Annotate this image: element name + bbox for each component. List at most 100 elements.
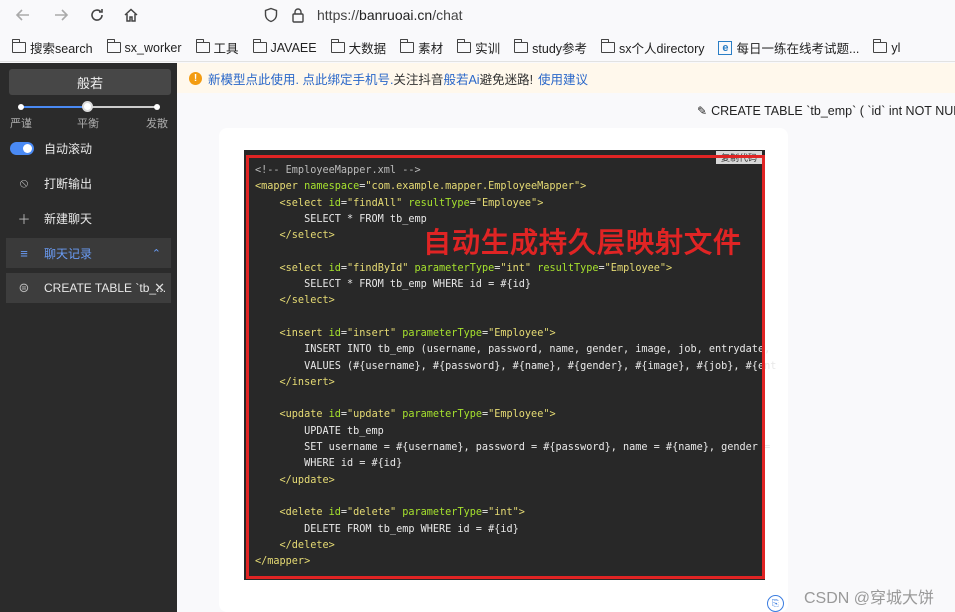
- folder-icon: [330, 39, 345, 53]
- bookmark-item[interactable]: 大数据: [330, 38, 386, 57]
- code-token: "Employee": [488, 327, 550, 339]
- bookmark-label: 工具: [213, 42, 239, 56]
- mode-selector[interactable]: 般若: [9, 69, 171, 95]
- auto-scroll-label: 自动滚动: [44, 141, 93, 156]
- url-scheme: https://: [317, 7, 360, 23]
- code-line: <delete id="delete" parameterType="int">: [255, 505, 776, 521]
- back-button[interactable]: [12, 4, 34, 26]
- code-token: id: [328, 507, 341, 519]
- code-token: namespace: [304, 181, 360, 193]
- chat-history-item[interactable]: ⊜ CREATE TABLE `tb_... ✕: [6, 273, 171, 303]
- code-token: DELETE FROM tb_emp WHERE id = #{id}: [255, 523, 519, 535]
- folder-icon: [457, 39, 472, 53]
- code-token: >: [666, 262, 673, 274]
- warning-icon: !: [189, 71, 202, 85]
- chat-history-header[interactable]: ≡ 聊天记录 ⌃: [6, 238, 171, 268]
- reload-button[interactable]: [86, 4, 108, 26]
- plus-icon: ＋: [17, 211, 31, 227]
- code-token: <select: [255, 197, 329, 209]
- browser-toolbar: https://banruoai.cn/chat: [0, 0, 955, 30]
- code-token: parameterType: [396, 409, 482, 421]
- address-bar[interactable]: https://banruoai.cn/chat: [255, 2, 955, 28]
- bookmark-item[interactable]: study参考: [514, 38, 587, 57]
- bookmark-item[interactable]: 工具: [195, 38, 239, 57]
- floating-action-icon[interactable]: ⎘: [767, 595, 784, 612]
- bookmark-item[interactable]: e 每日一练在线考试题...: [718, 38, 859, 57]
- bookmark-item[interactable]: JAVAEE: [252, 39, 317, 55]
- code-token: "Employee": [604, 262, 667, 274]
- code-token: <insert: [255, 327, 329, 339]
- code-token: >: [549, 409, 556, 421]
- code-token: </mapper>: [255, 556, 311, 568]
- code-token: id: [328, 327, 341, 339]
- code-token: "int": [488, 507, 519, 519]
- stop-circle-icon: ⦸: [19, 175, 29, 190]
- code-token: resultType: [402, 197, 470, 209]
- bookmark-item[interactable]: sx个人directory: [601, 38, 704, 57]
- edit-pencil-icon[interactable]: ✎: [697, 104, 707, 118]
- code-line: SET username = #{username}, password = #…: [255, 440, 776, 456]
- code-token: id: [328, 262, 341, 274]
- auto-scroll-toggle-row[interactable]: 自动滚动: [6, 133, 171, 163]
- creativity-slider-handle[interactable]: [82, 101, 93, 112]
- code-token: </select>: [255, 295, 335, 307]
- folder-icon: [252, 39, 267, 53]
- slider-stop-strict[interactable]: [18, 104, 24, 110]
- code-line: </delete>: [255, 538, 776, 554]
- watermark: CSDN @穿城大饼: [804, 590, 935, 607]
- bookmark-label: 素材: [418, 42, 444, 56]
- code-line: <update id="update" parameterType="Emplo…: [255, 407, 776, 423]
- code-token: WHERE id = #{id}: [255, 458, 403, 470]
- bookmark-item[interactable]: 实训: [457, 38, 500, 57]
- lock-icon[interactable]: [291, 7, 305, 23]
- code-line: WHERE id = #{id}: [255, 456, 776, 472]
- notice-link-banruo[interactable]: 般若Ai: [443, 69, 479, 88]
- bookmark-label: yl: [891, 40, 901, 55]
- forward-button[interactable]: [50, 4, 72, 26]
- bookmark-item[interactable]: 搜索search: [12, 38, 93, 57]
- notice-link-suggestions[interactable]: 使用建议: [538, 69, 588, 88]
- folder-icon: [601, 39, 616, 53]
- stop-output-label: 打断输出: [44, 176, 93, 191]
- copy-code-button[interactable]: 复制代码: [716, 151, 762, 164]
- stop-output-button[interactable]: ⦸ 打断输出: [6, 168, 171, 198]
- bookmark-item[interactable]: 素材: [400, 38, 443, 57]
- code-token: "insert": [347, 327, 397, 339]
- folder-icon: [873, 39, 888, 53]
- code-token: INSERT INTO tb_emp (username, password, …: [255, 344, 771, 356]
- chat-title-bar[interactable]: ✎ CREATE TABLE `tb_emp` ( `id` int NOT N…: [697, 104, 955, 118]
- code-token: resultType: [531, 262, 599, 274]
- notice-text-avoid: 避免迷路!: [479, 72, 534, 87]
- code-token: </delete>: [255, 539, 335, 551]
- chat-history-label: 聊天记录: [44, 246, 93, 261]
- code-token: <delete: [255, 507, 329, 519]
- code-line: </insert>: [255, 375, 776, 391]
- home-button[interactable]: [120, 4, 142, 26]
- new-chat-button[interactable]: ＋ 新建聊天: [6, 203, 171, 233]
- bookmark-item[interactable]: sx_worker: [106, 39, 182, 55]
- slider-stop-diverge[interactable]: [154, 104, 160, 110]
- code-token: >: [518, 507, 525, 519]
- list-icon: ≡: [20, 245, 28, 261]
- slider-label-strict: 严谨: [10, 118, 32, 130]
- bookmark-item[interactable]: yl: [873, 39, 901, 55]
- notice-link-new-model[interactable]: 新模型点此使用. 点此绑定手机号.: [208, 69, 393, 88]
- code-token: UPDATE tb_emp: [255, 425, 384, 437]
- code-token: VALUES (#{username}, #{password}, #{name…: [255, 360, 777, 372]
- url-text[interactable]: https://banruoai.cn/chat: [317, 7, 463, 23]
- folder-icon: [195, 39, 210, 53]
- code-line: <mapper namespace="com.example.mapper.Em…: [255, 179, 776, 195]
- bookmarks-bar: 搜索search sx_worker 工具 JAVAEE 大数据 素材 实训 study参考 s…: [0, 34, 955, 62]
- auto-scroll-toggle[interactable]: [10, 141, 34, 155]
- code-token: SELECT * FROM tb_emp WHERE id = #{id}: [255, 279, 532, 291]
- home-icon: [124, 8, 138, 22]
- bookmark-label: sx_worker: [124, 40, 182, 55]
- reload-icon: [91, 9, 103, 21]
- code-token: >: [549, 327, 556, 339]
- code-token: parameterType: [396, 327, 482, 339]
- close-icon[interactable]: ✕: [154, 280, 165, 296]
- code-line: VALUES (#{username}, #{password}, #{name…: [255, 359, 776, 375]
- shield-icon[interactable]: [263, 7, 279, 23]
- url-host: banruoai.cn: [359, 7, 433, 23]
- code-token: id: [328, 197, 341, 209]
